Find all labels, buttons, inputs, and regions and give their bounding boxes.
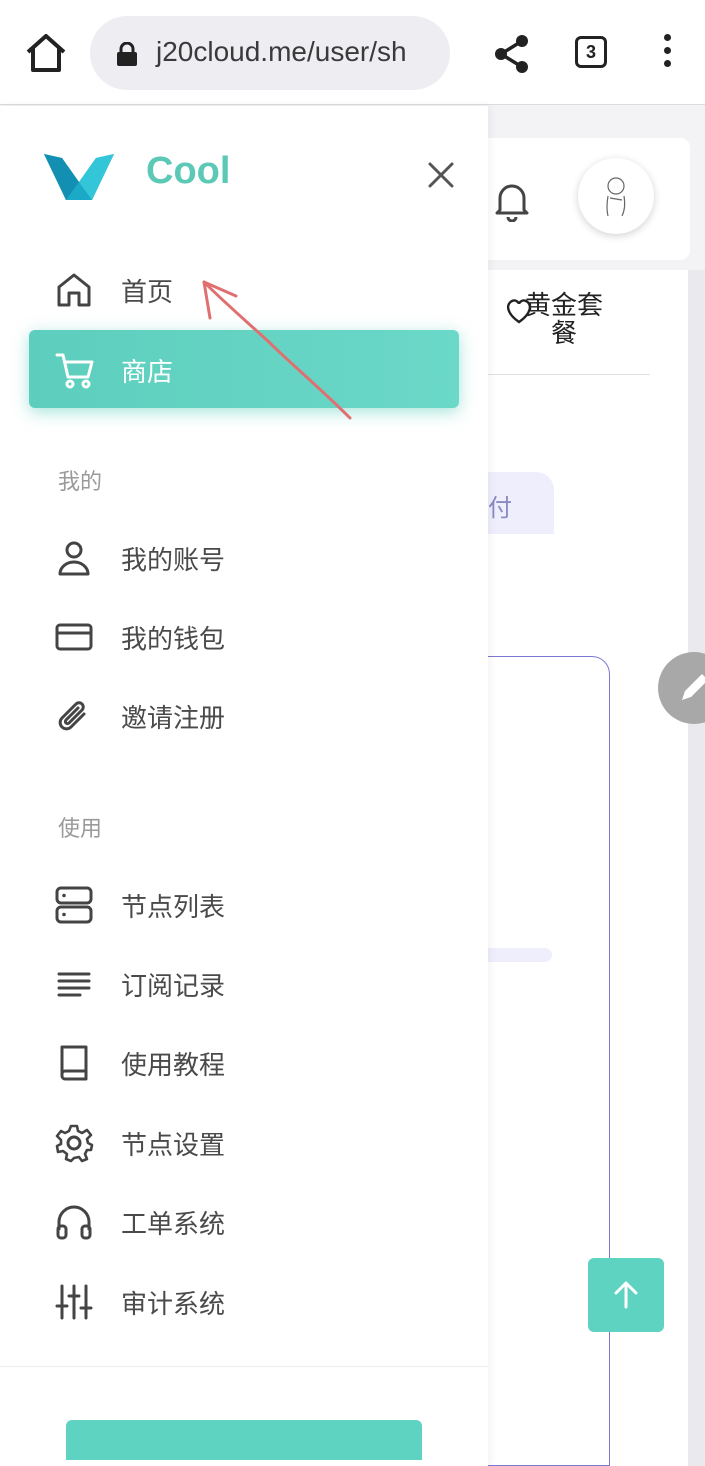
arrow-up-icon <box>614 1281 638 1309</box>
avatar-sketch-icon <box>606 177 626 217</box>
nav-item-my-wallet[interactable]: 我的钱包 <box>0 603 488 667</box>
nav-item-label: 邀请注册 <box>121 704 226 734</box>
nav-item-tutorial[interactable]: 使用教程 <box>0 1029 488 1093</box>
sliders-icon <box>55 1284 93 1320</box>
nav-item-label: 我的钱包 <box>121 625 226 655</box>
section-title-mine: 我的 <box>58 470 103 495</box>
outlined-panel <box>470 656 610 1466</box>
nav-item-label: 使用教程 <box>121 1051 226 1081</box>
user-avatar[interactable] <box>578 158 654 234</box>
nav-item-label: 我的账号 <box>121 546 226 576</box>
nav-item-label: 订阅记录 <box>121 972 226 1002</box>
nav-item-my-account[interactable]: 我的账号 <box>0 524 488 588</box>
nav-item-audit-system[interactable]: 审计系统 <box>0 1268 488 1332</box>
text-lines-icon <box>57 972 91 997</box>
user-icon <box>58 541 90 576</box>
nav-item-subscription-log[interactable]: 订阅记录 <box>0 950 488 1014</box>
cart-icon <box>55 353 94 389</box>
tab-switcher-button[interactable]: 3 <box>575 36 607 68</box>
nav-item-ticket-system[interactable]: 工单系统 <box>0 1188 488 1252</box>
nav-item-label: 节点设置 <box>121 1131 226 1161</box>
nav-item-label: 首页 <box>121 278 174 308</box>
menu-dot-icon <box>663 34 671 41</box>
book-icon <box>60 1045 88 1081</box>
close-drawer-button[interactable] <box>424 158 458 192</box>
home-icon <box>57 273 91 307</box>
drawer-bottom-button[interactable] <box>66 1420 422 1460</box>
address-bar[interactable]: j20cloud.me/user/sh <box>90 16 450 90</box>
paperclip-icon <box>58 701 86 731</box>
headphones-icon <box>56 1205 92 1240</box>
drawer-divider <box>0 1366 488 1367</box>
bell-icon <box>495 184 529 223</box>
plan-tab-label[interactable]: 黄金套餐 <box>524 292 604 348</box>
nav-item-label: 审计系统 <box>121 1290 226 1320</box>
notification-button[interactable] <box>492 180 532 223</box>
nav-item-invite[interactable]: 邀请注册 <box>0 682 488 746</box>
nav-item-node-list[interactable]: 节点列表 <box>0 871 488 935</box>
section-title-usage: 使用 <box>58 817 103 842</box>
gear-icon <box>55 1124 94 1163</box>
brand-logo-icon <box>44 154 114 200</box>
tab-divider <box>470 374 650 375</box>
browser-toolbar: j20cloud.me/user/sh 3 <box>0 0 705 105</box>
share-button[interactable] <box>490 32 534 76</box>
browser-menu-button[interactable] <box>660 34 674 74</box>
pencil-icon <box>682 674 705 700</box>
brand-name: Cool <box>146 150 231 192</box>
url-text: j20cloud.me/user/sh <box>156 36 407 67</box>
pay-chip-text: 付 <box>488 494 512 522</box>
close-icon <box>428 162 454 188</box>
nav-item-node-settings[interactable]: 节点设置 <box>0 1109 488 1173</box>
share-icon <box>495 35 528 73</box>
scroll-to-top-button[interactable] <box>588 1258 664 1332</box>
credit-card-icon <box>55 623 93 651</box>
menu-dot-icon <box>663 47 671 54</box>
server-icon <box>55 886 93 924</box>
lock-icon <box>117 42 137 66</box>
menu-dot-icon <box>663 60 671 67</box>
home-icon <box>26 34 66 72</box>
page-right-edge <box>688 270 705 1466</box>
nav-item-label: 节点列表 <box>121 893 226 923</box>
browser-home-button[interactable] <box>22 30 70 78</box>
annotation-arrow-icon <box>202 280 352 420</box>
nav-item-label: 工单系统 <box>121 1210 226 1240</box>
nav-item-label: 商店 <box>121 358 174 388</box>
